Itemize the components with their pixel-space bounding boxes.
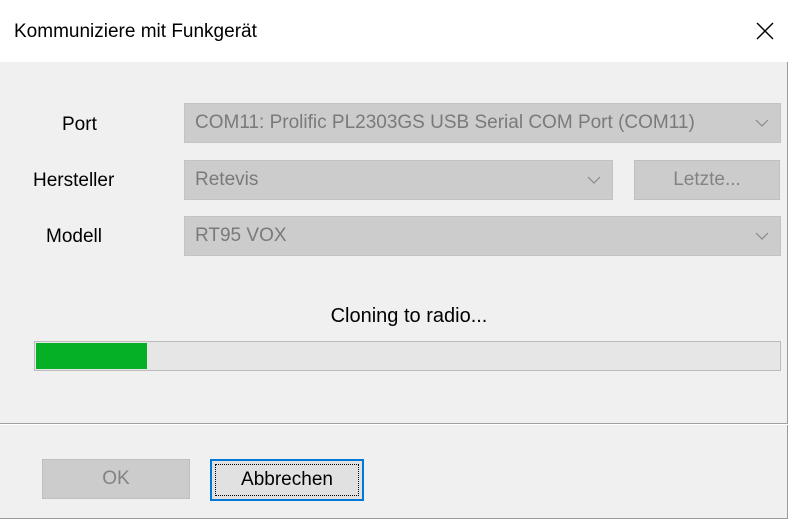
model-value: RT95 VOX xyxy=(195,225,287,246)
model-select[interactable]: RT95 VOX xyxy=(184,216,781,256)
clone-dialog: Kommuniziere mit Funkgerät Port COM11: P… xyxy=(0,0,788,519)
port-dropdown-arrow[interactable] xyxy=(744,104,780,142)
model-dropdown-arrow[interactable] xyxy=(744,217,780,255)
manufacturer-select[interactable]: Retevis xyxy=(184,160,613,200)
separator xyxy=(0,423,788,425)
chevron-down-icon xyxy=(755,119,769,127)
close-button[interactable] xyxy=(742,12,788,54)
progress-fill xyxy=(36,343,147,369)
ok-button[interactable]: OK xyxy=(42,459,190,499)
title-bar: Kommuniziere mit Funkgerät xyxy=(0,0,788,62)
port-value: COM11: Prolific PL2303GS USB Serial COM … xyxy=(195,112,695,133)
manufacturer-label: Hersteller xyxy=(33,170,115,191)
progress-bar xyxy=(34,341,781,371)
model-label: Modell xyxy=(46,226,102,247)
status-text: Cloning to radio... xyxy=(330,305,488,327)
cancel-button[interactable]: Abbrechen xyxy=(210,459,364,501)
manufacturer-value: Retevis xyxy=(195,169,259,190)
port-select[interactable]: COM11: Prolific PL2303GS USB Serial COM … xyxy=(184,103,781,143)
chevron-down-icon xyxy=(587,176,601,184)
cancel-button-label: Abbrechen xyxy=(241,469,333,490)
chevron-down-icon xyxy=(755,232,769,240)
close-icon xyxy=(756,22,774,40)
recent-button[interactable]: Letzte... xyxy=(634,160,780,200)
port-label: Port xyxy=(62,114,97,135)
manufacturer-dropdown-arrow[interactable] xyxy=(576,161,612,199)
window-title: Kommuniziere mit Funkgerät xyxy=(14,21,257,42)
